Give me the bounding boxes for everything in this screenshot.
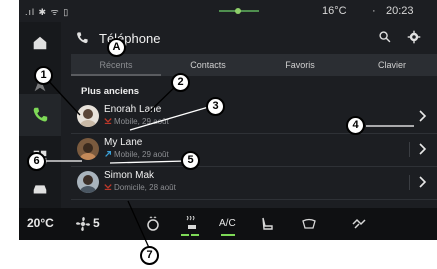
steering-wheel-heat-icon[interactable] — [145, 216, 161, 232]
phone-screen: .ıl ✱ ᯤ ▯ 16°C · 20:23 Téléphone Récents… — [19, 0, 437, 240]
callout-5: 5 — [181, 151, 200, 170]
outside-temperature: 16°C — [322, 5, 347, 17]
outgoing-call-icon — [105, 151, 111, 157]
status-separator: · — [372, 5, 376, 17]
page-indicator — [219, 8, 259, 14]
home-icon — [33, 36, 47, 50]
left-rail — [19, 22, 61, 208]
row-divider — [409, 175, 410, 190]
avatar — [77, 105, 99, 127]
phone-button[interactable] — [19, 94, 61, 136]
missed-call-icon — [104, 184, 112, 190]
fan-icon[interactable] — [75, 216, 91, 232]
home-button[interactable] — [19, 22, 61, 64]
call-row[interactable]: Simon Mak Domicile, 28 août — [71, 166, 437, 200]
car-icon — [33, 185, 47, 194]
chevron-right-icon[interactable] — [417, 175, 427, 189]
call-detail-text: Mobile, 29 août — [114, 117, 169, 126]
chevron-right-icon[interactable] — [417, 142, 427, 156]
tab-recents[interactable]: Récents — [71, 54, 161, 76]
call-detail: Mobile, 29 août — [104, 150, 169, 159]
contact-name: My Lane — [104, 137, 143, 148]
call-detail-text: Mobile, 29 août — [114, 150, 169, 159]
search-icon[interactable] — [378, 30, 392, 44]
avatar — [77, 138, 99, 160]
tab-keypad[interactable]: Clavier — [347, 54, 437, 76]
clock: 20:23 — [386, 5, 414, 17]
driver-temperature[interactable]: 20°C — [27, 216, 54, 230]
callout-7: 7 — [140, 246, 159, 265]
tab-bar: Récents Contacts Favoris Clavier — [71, 54, 437, 76]
phone-icon — [77, 32, 88, 44]
fan-level: 5 — [93, 216, 100, 230]
gear-icon[interactable] — [407, 30, 421, 44]
callout-6: 6 — [27, 152, 46, 171]
call-row[interactable]: Enorah Lane Mobile, 29 août — [71, 100, 437, 134]
callout-2: 2 — [171, 73, 190, 92]
call-detail: Domicile, 28 août — [104, 183, 176, 192]
contact-name: Simon Mak — [104, 170, 155, 181]
climate-bar: 20°C 5 A/C — [19, 208, 437, 240]
signal-icon: .ıl ✱ ᯤ ▯ — [25, 7, 70, 17]
callout-1: 1 — [34, 66, 53, 85]
seat-heat-indicator — [191, 234, 199, 236]
callout-3: 3 — [206, 97, 225, 116]
contact-name: Enorah Lane — [104, 104, 162, 115]
call-row[interactable]: My Lane Mobile, 29 août — [71, 133, 437, 167]
seat-icon[interactable] — [259, 216, 275, 232]
seat-heat-indicator — [181, 234, 189, 236]
missed-call-icon — [104, 118, 112, 124]
call-detail-text: Domicile, 28 août — [114, 183, 176, 192]
ac-indicator — [221, 234, 235, 236]
rear-defrost-icon[interactable] — [301, 216, 317, 232]
seat-heat-icon[interactable] — [184, 216, 200, 232]
chevron-right-icon[interactable] — [417, 109, 427, 123]
climate-settings-icon[interactable] — [351, 216, 367, 232]
callout-4: 4 — [346, 116, 365, 135]
section-title: Plus anciens — [81, 86, 140, 97]
callout-a: A — [107, 38, 126, 57]
avatar — [77, 171, 99, 193]
row-divider — [409, 142, 410, 157]
call-detail: Mobile, 29 août — [104, 117, 169, 126]
ac-button[interactable]: A/C — [219, 218, 236, 229]
phone-icon — [33, 107, 48, 122]
tab-favorites[interactable]: Favoris — [255, 54, 345, 76]
vehicle-button[interactable] — [19, 168, 61, 210]
status-bar: .ıl ✱ ᯤ ▯ 16°C · 20:23 — [19, 0, 437, 22]
